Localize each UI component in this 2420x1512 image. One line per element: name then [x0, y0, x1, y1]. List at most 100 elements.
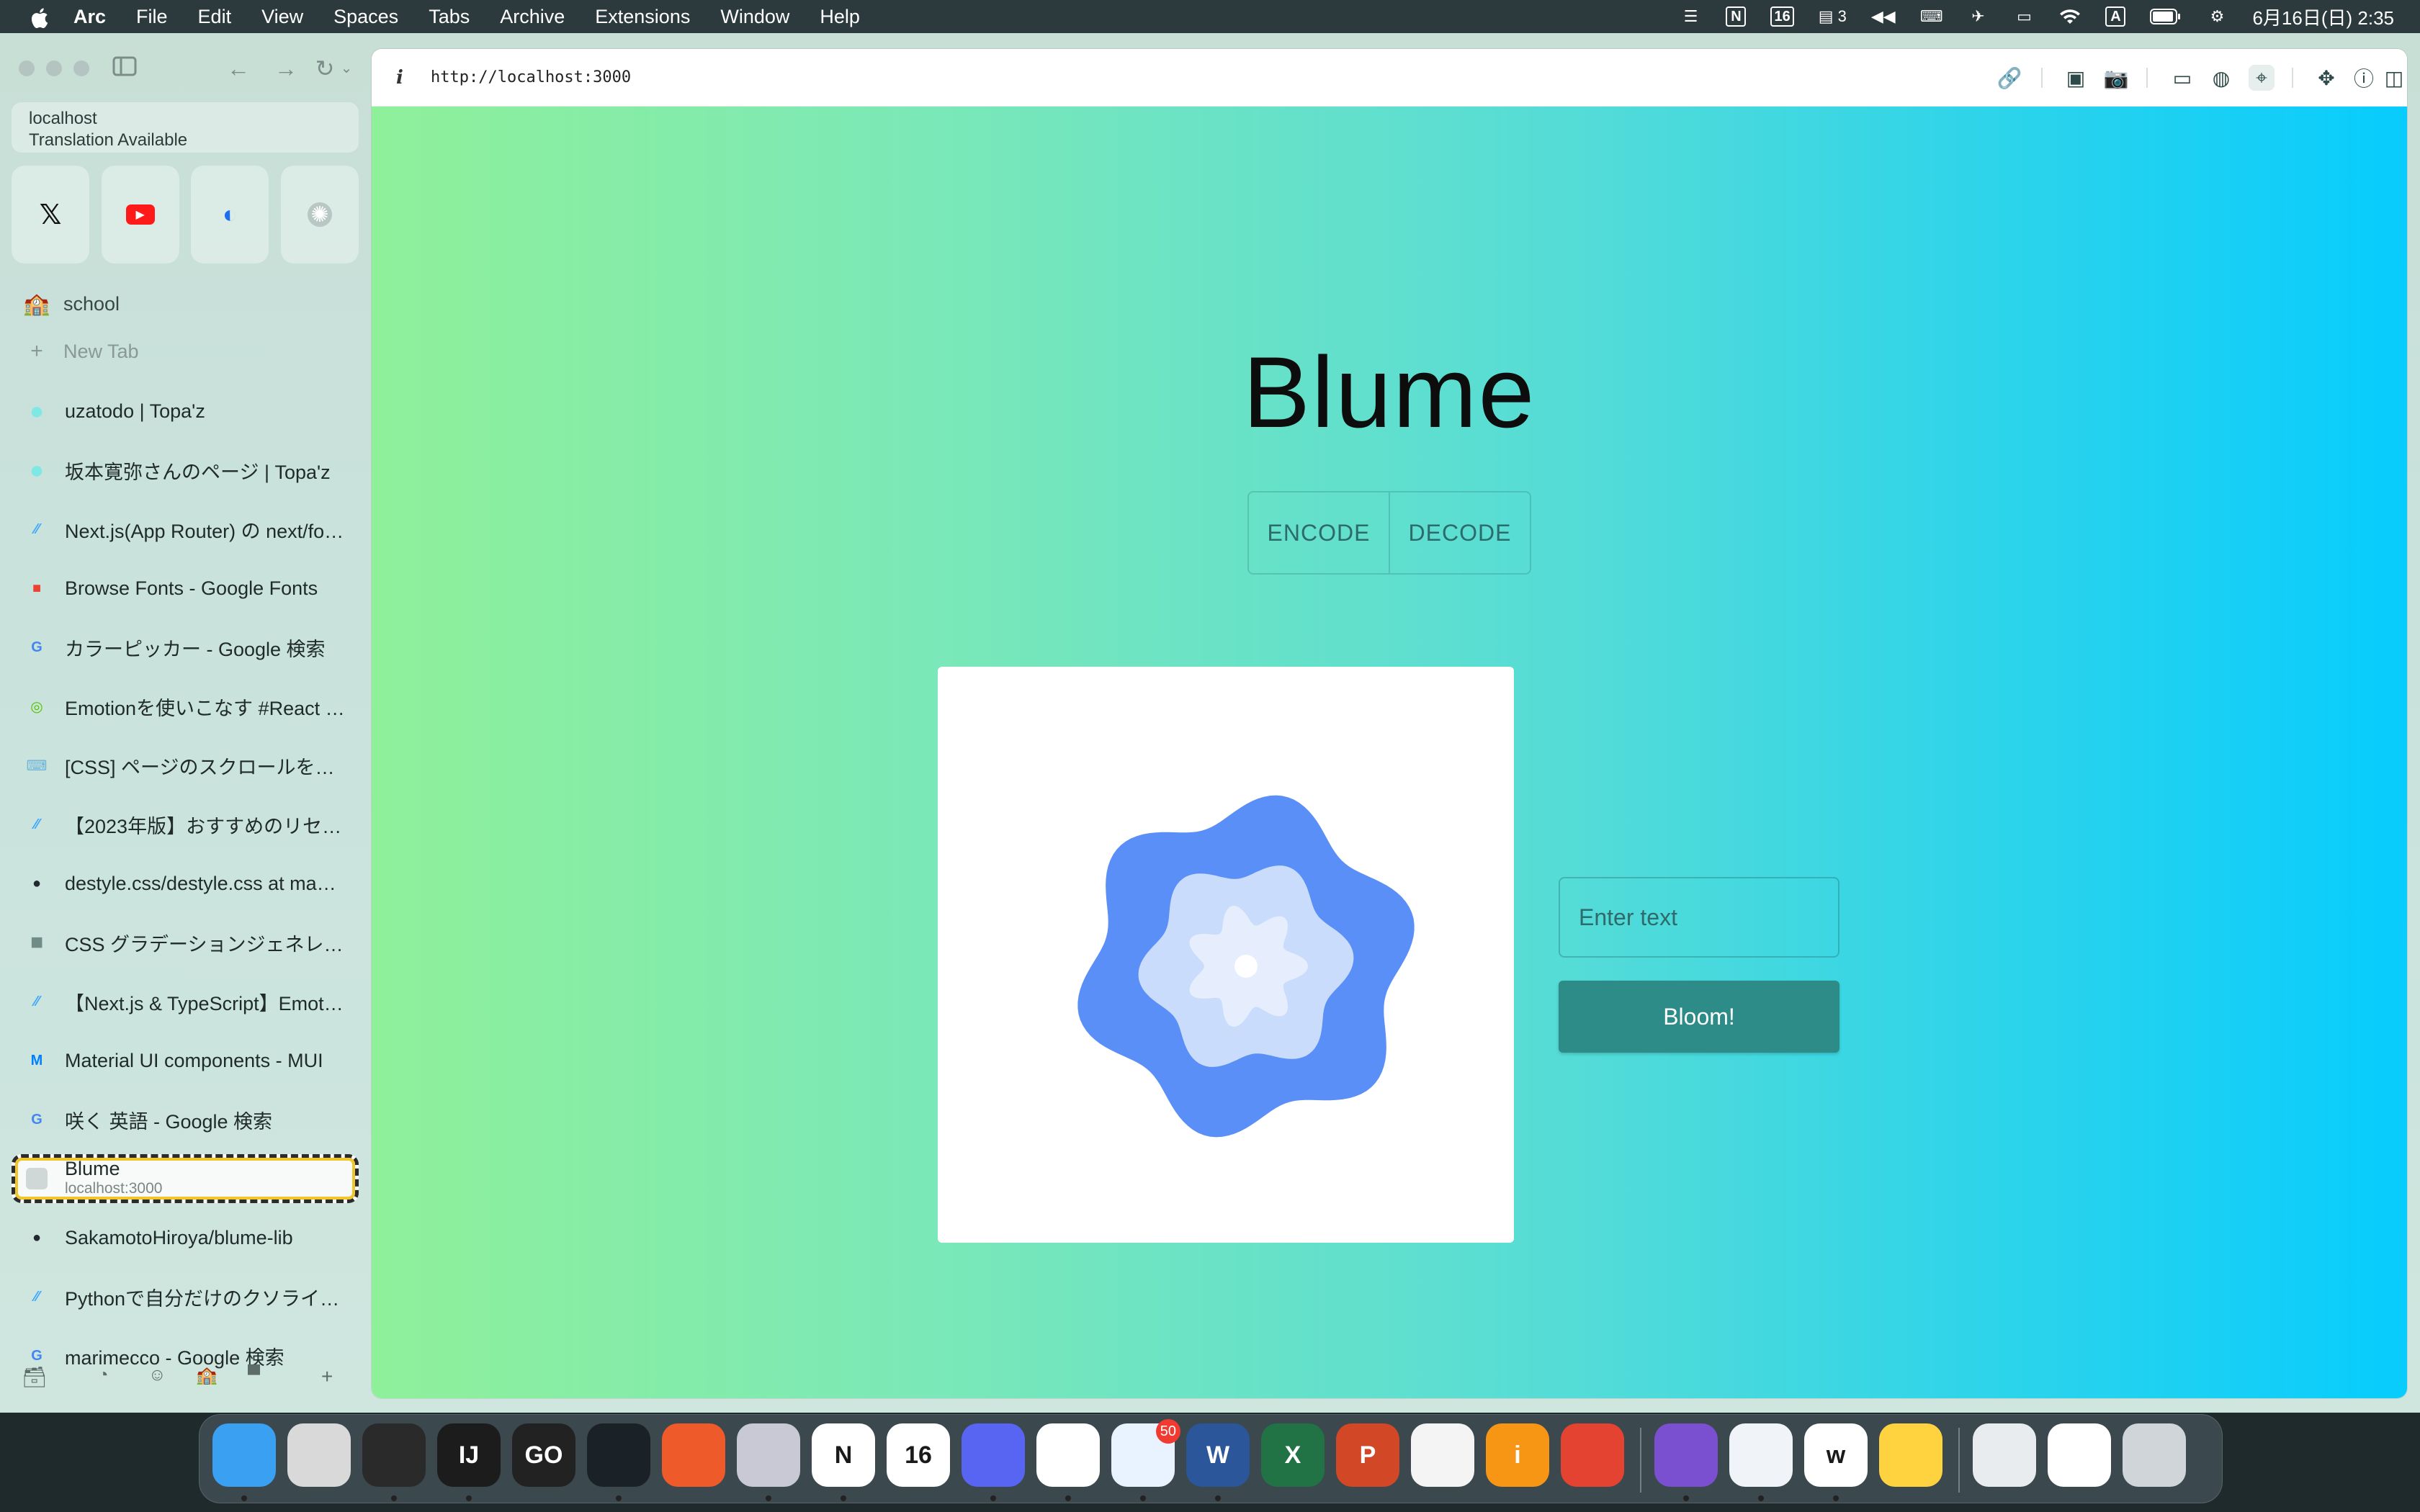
pinned-chatgpt[interactable]: ✺ — [280, 166, 359, 264]
sidebar-tab[interactable]: ⌨ [CSS] ページのスクロールを禁止する方法 — [12, 736, 359, 795]
sidebar-tab[interactable]: ⁄⁄ Pythonで自分だけのクソライブラリを作る方法 — [12, 1267, 359, 1326]
notion-status-icon[interactable]: N — [1726, 6, 1747, 27]
pen-app-icon[interactable] — [662, 1423, 725, 1487]
menu-help[interactable]: Help — [820, 6, 860, 28]
info-app-icon[interactable]: i — [1486, 1423, 1549, 1487]
affinity-icon[interactable] — [737, 1423, 800, 1487]
sidebar-tab[interactable]: ⁄⁄ 【Next.js & TypeScript】Emotion の導入 — [12, 972, 359, 1031]
rewind-status-icon[interactable]: ◀◀ — [1871, 6, 1896, 27]
copy-link-icon[interactable]: 🔗 — [1996, 65, 2022, 91]
folder-school[interactable]: 🏫 school — [23, 289, 120, 318]
sidebar-tab[interactable]: ◎ Emotionを使いこなす #React #Emotion — [12, 677, 359, 736]
site-info-icon[interactable]: i — [396, 67, 418, 89]
discord-icon[interactable] — [962, 1423, 1025, 1487]
launchpad-icon[interactable] — [287, 1423, 351, 1487]
slack-icon[interactable] — [1036, 1423, 1100, 1487]
sidebar-tab[interactable]: ■ Browse Fonts - Google Fonts — [12, 559, 359, 618]
decode-button[interactable]: DECODE — [1389, 492, 1530, 573]
sidebar-tab[interactable]: ● 坂本寛弥さんのページ | Topa'z — [12, 441, 359, 500]
chatgpt-dock-icon[interactable] — [1411, 1423, 1474, 1487]
menu-spaces[interactable]: Spaces — [333, 6, 398, 28]
text-input[interactable] — [1559, 877, 1839, 958]
stack-count-icon[interactable]: ▤ 3 — [1819, 6, 1847, 27]
extensions-icon[interactable]: ✥ — [2313, 65, 2339, 91]
password-icon[interactable]: ⓘ — [2351, 65, 2377, 91]
input-source-icon[interactable]: A — [2105, 6, 2126, 27]
close-window-button[interactable] — [19, 60, 35, 76]
crosshair-icon[interactable]: ⌖ — [2249, 65, 2275, 91]
sidebar-tab[interactable]: ■ CSS グラデーションジェネレーター — [12, 913, 359, 972]
bloom-button[interactable]: Bloom! — [1559, 981, 1839, 1053]
recent-document-icon[interactable] — [1973, 1423, 2036, 1487]
quadrant-app-icon[interactable] — [587, 1423, 650, 1487]
sidebar-toggle-icon[interactable] — [111, 56, 138, 81]
globe-icon[interactable]: ◍ — [2208, 65, 2234, 91]
mute-status-icon[interactable]: ✈ — [1967, 6, 1989, 27]
todoist-icon[interactable] — [1561, 1423, 1624, 1487]
calendar-icon[interactable]: 16 — [887, 1423, 950, 1487]
notes-icon[interactable] — [1879, 1423, 1942, 1487]
control-center-icon[interactable]: ⚙ — [2206, 6, 2228, 27]
rewind-icon[interactable] — [1654, 1423, 1718, 1487]
forward-icon[interactable]: → — [272, 56, 300, 81]
sidebar-tab[interactable]: G 咲く 英語 - Google 検索 — [12, 1090, 359, 1149]
minimize-window-button[interactable] — [46, 60, 62, 76]
finder-icon[interactable] — [212, 1423, 276, 1487]
capture-icon[interactable]: ▣ — [2063, 65, 2089, 91]
powerpoint-icon[interactable]: P — [1336, 1423, 1399, 1487]
menu-window[interactable]: Window — [720, 6, 789, 28]
sidebar-tab[interactable]: M Material UI components - MUI — [12, 1031, 359, 1090]
menu-edit[interactable]: Edit — [198, 6, 232, 28]
sidebar-tab[interactable]: ● uzatodo | Topa'z — [12, 382, 359, 441]
sidebar-tab-active[interactable]: Blume localhost:3000 — [12, 1154, 359, 1203]
menu-archive[interactable]: Archive — [500, 6, 565, 28]
menu-tabs[interactable]: Tabs — [429, 6, 470, 28]
chevron-down-icon[interactable]: ⌄ — [333, 56, 360, 81]
terminal-icon[interactable]: ▭ — [2169, 65, 2195, 91]
space-icon-school[interactable]: 🏫 — [196, 1365, 218, 1386]
menu-app-name[interactable]: Arc — [73, 6, 106, 28]
display-status-icon[interactable]: ▭ — [2013, 6, 2035, 27]
wifi-icon[interactable] — [2059, 6, 2081, 27]
sidebar-tab[interactable]: ⁄⁄ Next.js(App Router) の next/font で Goog… — [12, 500, 359, 559]
sidebar-url-card[interactable]: localhost Translation Available — [12, 102, 359, 153]
archive-icon[interactable]: 🗃 — [22, 1365, 48, 1389]
space-icon-2[interactable]: ☺ — [148, 1365, 166, 1385]
goland-icon[interactable]: GO — [512, 1423, 575, 1487]
zoom-window-button[interactable] — [73, 60, 89, 76]
back-icon[interactable]: ← — [225, 56, 252, 81]
apple-menu-icon[interactable] — [29, 6, 48, 29]
camera-icon[interactable]: 📷 — [2103, 65, 2129, 91]
cube-app-icon[interactable] — [362, 1423, 426, 1487]
sidebar-tab[interactable]: ⁄⁄ 【2023年版】おすすめのリセットCSS — [12, 795, 359, 854]
space-icon-1[interactable]: ◔ — [98, 1365, 109, 1385]
keyboard-status-icon[interactable]: ⌨ — [1920, 6, 1943, 27]
recent-notion-document-icon[interactable] — [2048, 1423, 2111, 1487]
vscode-icon[interactable] — [1729, 1423, 1793, 1487]
menu-view[interactable]: View — [261, 6, 303, 28]
space-icon-laptop[interactable]: ▀ — [248, 1365, 260, 1385]
word-icon[interactable]: W — [1186, 1423, 1250, 1487]
pinned-youtube[interactable]: ▶ — [101, 166, 179, 264]
excel-icon[interactable]: X — [1261, 1423, 1325, 1487]
menu-file[interactable]: File — [136, 6, 168, 28]
sidebar-tab[interactable]: ● destyle.css/destyle.css at master — [12, 854, 359, 913]
spark-mail-icon[interactable]: 50 — [1111, 1419, 1180, 1487]
notion-icon[interactable]: N — [812, 1423, 875, 1487]
encode-button[interactable]: ENCODE — [1249, 492, 1389, 573]
new-space-icon[interactable]: + — [321, 1365, 333, 1388]
pinned-arc[interactable]: ◐ — [191, 166, 269, 264]
sidebar-tab[interactable]: G カラーピッカー - Google 検索 — [12, 618, 359, 677]
stack-status-icon[interactable]: ☰ — [1680, 6, 1701, 27]
calendar-status-icon[interactable]: 16 — [1770, 6, 1794, 27]
intellij-icon[interactable]: IJ — [437, 1423, 501, 1487]
w-app-icon[interactable]: w — [1804, 1423, 1868, 1487]
new-tab-button[interactable]: + New Tab — [26, 337, 138, 366]
menu-extensions[interactable]: Extensions — [595, 6, 690, 28]
address-bar[interactable]: http://localhost:3000 — [431, 68, 631, 86]
pinned-x[interactable]: 𝕏 — [12, 166, 89, 264]
split-view-icon[interactable]: ◫ — [2381, 65, 2407, 91]
battery-icon[interactable] — [2150, 6, 2182, 27]
menu-clock[interactable]: 6月16日(日) 2:35 — [2252, 4, 2394, 30]
trash-icon[interactable] — [2123, 1423, 2186, 1487]
